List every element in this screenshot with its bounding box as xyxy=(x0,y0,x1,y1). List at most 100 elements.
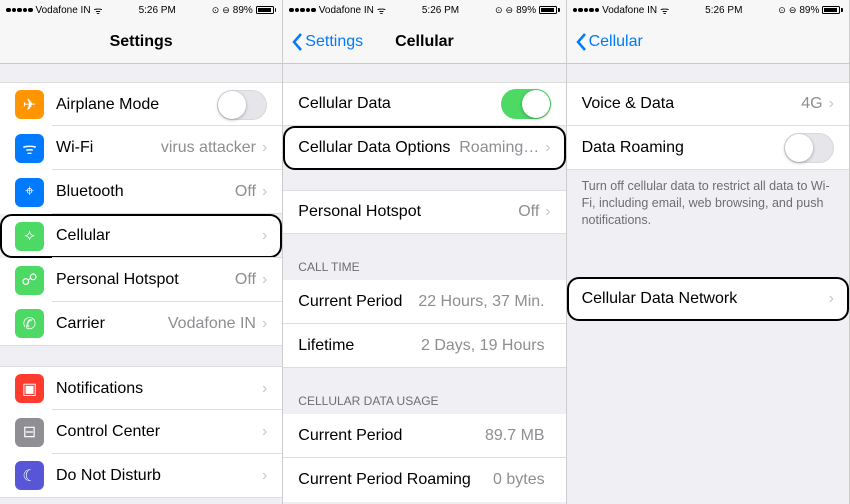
row-label: Cellular Data xyxy=(298,95,500,113)
row-data-roaming[interactable]: Data Roaming xyxy=(567,126,849,170)
nav-bar: Settings Cellular xyxy=(283,20,565,64)
row-current-period-data: Current Period 89.7 MB xyxy=(283,414,565,458)
signal-icon xyxy=(573,8,600,13)
battery-pct: 89% xyxy=(516,5,536,16)
chevron-left-icon xyxy=(575,32,587,52)
row-current-period-call: Current Period 22 Hours, 37 Min. xyxy=(283,280,565,324)
row-control-center[interactable]: ⊟ Control Center › xyxy=(0,410,282,454)
row-detail: Off xyxy=(235,271,256,289)
row-label: Control Center xyxy=(56,423,262,441)
screen-settings: Vodafone IN ᯤ 5:26 PM ⊙ ⊖ 89% Settings ✈… xyxy=(0,0,283,504)
wifi-icon: ᯤ xyxy=(94,3,103,17)
bluetooth-icon: ⌖ xyxy=(15,178,44,207)
wifi-icon: ᯤ xyxy=(660,3,669,17)
row-detail: Roaming… xyxy=(459,139,539,157)
alarm-icon: ⊙ xyxy=(212,5,220,16)
back-button[interactable]: Cellular xyxy=(575,32,643,52)
row-cellular[interactable]: ⟡ Cellular › xyxy=(0,214,282,258)
chevron-right-icon: › xyxy=(262,139,267,157)
row-label: Wi-Fi xyxy=(56,139,161,157)
screen-cellular-options: Vodafone IN ᯤ 5:26 PM ⊙ ⊖ 89% Cellular V… xyxy=(567,0,850,504)
row-label: Current Period xyxy=(298,427,485,445)
status-bar: Vodafone IN ᯤ 5:26 PM ⊙ ⊖ 89% xyxy=(567,0,849,20)
screen-cellular: Vodafone IN ᯤ 5:26 PM ⊙ ⊖ 89% Settings C… xyxy=(283,0,566,504)
row-bluetooth[interactable]: ⌖ Bluetooth Off › xyxy=(0,170,282,214)
lock-icon: ⊖ xyxy=(789,5,797,16)
row-detail: Vodafone IN xyxy=(168,315,256,333)
row-label: Cellular Data Network xyxy=(582,290,829,308)
row-label: Personal Hotspot xyxy=(56,271,235,289)
row-detail: 4G xyxy=(801,95,822,113)
signal-icon xyxy=(289,8,316,13)
row-detail: virus attacker xyxy=(161,139,256,157)
carrier-icon: ✆ xyxy=(15,309,44,338)
row-label: Data Roaming xyxy=(582,139,784,157)
chevron-right-icon: › xyxy=(262,227,267,245)
chevron-right-icon: › xyxy=(829,95,834,113)
cellular-data-toggle[interactable] xyxy=(501,89,551,119)
row-airplane-mode[interactable]: ✈ Airplane Mode xyxy=(0,82,282,126)
lock-icon: ⊖ xyxy=(222,5,230,16)
airplane-toggle[interactable] xyxy=(217,90,267,120)
alarm-icon: ⊙ xyxy=(495,5,503,16)
row-carrier[interactable]: ✆ Carrier Vodafone IN › xyxy=(0,302,282,346)
clock: 5:26 PM xyxy=(705,5,742,16)
back-button[interactable]: Settings xyxy=(291,32,363,52)
cellular-list[interactable]: Cellular Data Cellular Data Options Roam… xyxy=(283,64,565,504)
notifications-icon: ▣ xyxy=(15,374,44,403)
row-cellular-data[interactable]: Cellular Data xyxy=(283,82,565,126)
row-current-period-roaming: Current Period Roaming 0 bytes xyxy=(283,458,565,502)
status-bar: Vodafone IN ᯤ 5:26 PM ⊙ ⊖ 89% xyxy=(0,0,282,20)
clock: 5:26 PM xyxy=(139,5,176,16)
row-personal-hotspot[interactable]: Personal Hotspot Off › xyxy=(283,190,565,234)
battery-pct: 89% xyxy=(799,5,819,16)
row-voice-data[interactable]: Voice & Data 4G › xyxy=(567,82,849,126)
settings-list[interactable]: ✈ Airplane Mode ᯤ Wi-Fi virus attacker ›… xyxy=(0,64,282,504)
row-label: Current Period xyxy=(298,293,418,311)
chevron-right-icon: › xyxy=(262,271,267,289)
lock-icon: ⊖ xyxy=(506,5,514,16)
row-cellular-data-options[interactable]: Cellular Data Options Roaming… › xyxy=(283,126,565,170)
row-notifications[interactable]: ▣ Notifications › xyxy=(0,366,282,410)
row-value: 2 Days, 19 Hours xyxy=(421,337,545,355)
alarm-icon: ⊙ xyxy=(778,5,786,16)
row-label: Current Period Roaming xyxy=(298,471,493,489)
row-label: Bluetooth xyxy=(56,183,235,201)
section-header-data-usage: CELLULAR DATA USAGE xyxy=(283,388,565,414)
row-label: Do Not Disturb xyxy=(56,467,262,485)
chevron-right-icon: › xyxy=(262,423,267,441)
back-label: Cellular xyxy=(589,33,643,51)
row-do-not-disturb[interactable]: ☾ Do Not Disturb › xyxy=(0,454,282,498)
cellular-icon: ⟡ xyxy=(15,222,44,251)
clock: 5:26 PM xyxy=(422,5,459,16)
cellular-options-list[interactable]: Voice & Data 4G › Data Roaming Turn off … xyxy=(567,64,849,504)
status-bar: Vodafone IN ᯤ 5:26 PM ⊙ ⊖ 89% xyxy=(283,0,565,20)
nav-bar: Cellular xyxy=(567,20,849,64)
page-title: Settings xyxy=(0,33,282,51)
chevron-right-icon: › xyxy=(262,315,267,333)
control-center-icon: ⊟ xyxy=(15,418,44,447)
row-label: Notifications xyxy=(56,380,262,398)
dnd-icon: ☾ xyxy=(15,461,44,490)
row-label: Airplane Mode xyxy=(56,96,217,114)
carrier-label: Vodafone IN xyxy=(319,5,374,16)
row-personal-hotspot[interactable]: ☍ Personal Hotspot Off › xyxy=(0,258,282,302)
row-label: Lifetime xyxy=(298,337,421,355)
wifi-icon: ᯤ xyxy=(15,134,44,163)
row-value: 0 bytes xyxy=(493,471,545,489)
row-cellular-data-network[interactable]: Cellular Data Network › xyxy=(567,277,849,321)
battery-icon xyxy=(539,6,560,14)
wifi-icon: ᯤ xyxy=(377,3,386,17)
row-label: Cellular xyxy=(56,227,262,245)
row-value: 89.7 MB xyxy=(485,427,545,445)
section-footer: Turn off cellular data to restrict all d… xyxy=(567,170,849,237)
data-roaming-toggle[interactable] xyxy=(784,133,834,163)
row-label: Personal Hotspot xyxy=(298,203,518,221)
battery-icon xyxy=(256,6,277,14)
row-lifetime: Lifetime 2 Days, 19 Hours xyxy=(283,324,565,368)
chevron-right-icon: › xyxy=(262,183,267,201)
chevron-right-icon: › xyxy=(262,380,267,398)
battery-pct: 89% xyxy=(233,5,253,16)
row-wifi[interactable]: ᯤ Wi-Fi virus attacker › xyxy=(0,126,282,170)
section-header-call-time: CALL TIME xyxy=(283,254,565,280)
